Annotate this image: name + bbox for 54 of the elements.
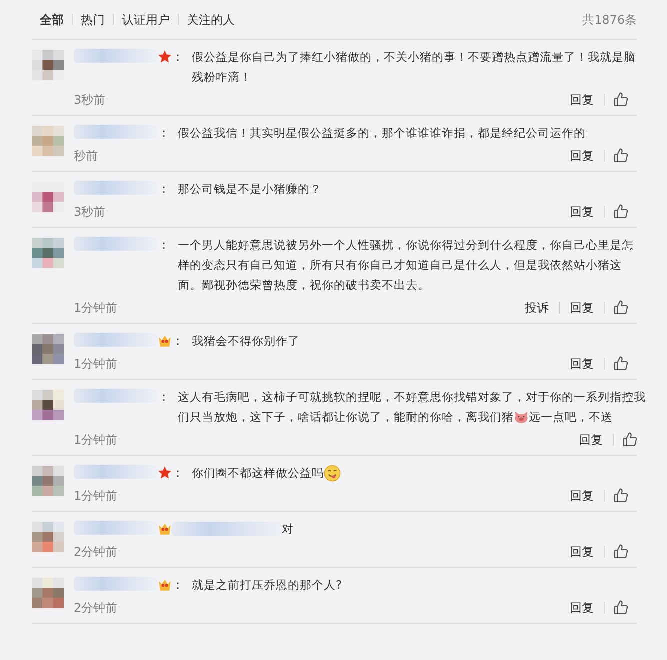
- comment-text: 我猪会不得你别作了: [192, 333, 301, 350]
- colon: ：: [172, 50, 184, 64]
- timestamp: 2分钟前: [74, 544, 118, 561]
- comment-text: 对: [282, 521, 294, 538]
- colon: ：: [158, 182, 170, 196]
- thumbs-up-icon[interactable]: [613, 92, 629, 108]
- smiley-icon: [324, 464, 341, 482]
- reply-link[interactable]: 回复: [560, 543, 604, 561]
- thumbs-up-icon[interactable]: [622, 432, 638, 448]
- thumbs-up-icon[interactable]: [613, 300, 629, 316]
- comment-text: 这人有毛病吧，这柿子可就挑软的捏呢，不好意思你找错对象了，对于你的一系列指控我: [178, 389, 646, 406]
- thumbs-up-icon[interactable]: [613, 600, 629, 616]
- thumbs-up-icon[interactable]: [613, 488, 629, 504]
- timestamp: 3秒前: [74, 204, 106, 221]
- comment-text: 们只当放炮，这下子，啥话都让你说了，能耐的你哈，离我们猪: [178, 409, 514, 426]
- timestamp: 1分钟前: [74, 432, 118, 449]
- comment-text: 一个男人能好意思说被另外一个人性骚扰，你说你得过分到什么程度，你自己心里是怎样的变态只有自己知道，所有只有你自己才知道自己是什么人，但是我依然站小猪这面。鄙视孙德荣曾热度，祝你的破书卖不出去。: [178, 237, 635, 294]
- comment-text: 就是之前打压乔恩的那个人?: [192, 577, 344, 594]
- timestamp: 1分钟前: [74, 488, 118, 505]
- timestamp: 2分钟前: [74, 600, 118, 617]
- comment-count: 共1876条: [582, 12, 637, 28]
- comment-text: 远一点吧，不送: [529, 409, 613, 426]
- colon: ：: [172, 466, 184, 480]
- colon: ：: [158, 390, 170, 404]
- timestamp: 3秒前: [74, 92, 106, 109]
- comment-text: 假公益我信！其实明星假公益挺多的，那个谁谁谁诈捐，都是经纪公司运作的: [178, 125, 587, 142]
- thumbs-up-icon[interactable]: [613, 148, 629, 164]
- reply-link[interactable]: 回复: [560, 147, 604, 165]
- colon: ：: [158, 126, 170, 140]
- pig-face-icon: [514, 410, 529, 424]
- filter-tab[interactable]: 关注的人: [179, 10, 243, 28]
- reply-link[interactable]: 回复: [560, 91, 604, 109]
- filter-tab[interactable]: 全部: [32, 10, 72, 28]
- comment-text: 那公司钱是不是小猪赚的？: [178, 181, 323, 198]
- reply-link[interactable]: 回复: [560, 599, 604, 617]
- reply-link[interactable]: 回复: [560, 487, 604, 505]
- thumbs-up-icon[interactable]: [613, 356, 629, 372]
- timestamp: 1分钟前: [74, 356, 118, 373]
- comment-text: 假公益是你自己为了捧红小猪做的，不关小猪的事！不要蹭热点蹭流量了！我就是脑残粉咋滴！: [192, 49, 637, 86]
- filter-tab[interactable]: 热门: [73, 10, 113, 28]
- thumbs-up-icon[interactable]: [613, 544, 629, 560]
- report-link[interactable]: 投诉: [515, 299, 559, 317]
- reply-link[interactable]: 回复: [569, 431, 613, 449]
- colon: ：: [172, 578, 184, 592]
- thumbs-up-icon[interactable]: [613, 204, 629, 220]
- colon: ：: [172, 334, 184, 348]
- reply-link[interactable]: 回复: [560, 299, 604, 317]
- reply-link[interactable]: 回复: [560, 203, 604, 221]
- comment-text: 你们圈不都这样做公益吗: [192, 465, 324, 482]
- filter-tab[interactable]: 认证用户: [114, 10, 178, 28]
- reply-link[interactable]: 回复: [560, 355, 604, 373]
- timestamp: 秒前: [74, 148, 98, 165]
- colon: ：: [158, 238, 170, 252]
- timestamp: 1分钟前: [74, 300, 118, 317]
